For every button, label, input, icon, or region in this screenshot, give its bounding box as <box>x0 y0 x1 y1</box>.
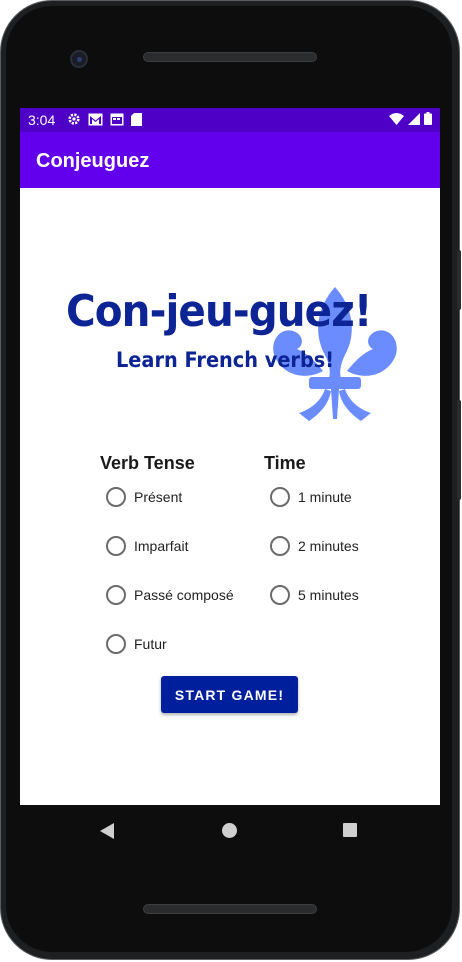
home-icon[interactable] <box>222 823 237 838</box>
gmail-icon <box>88 113 103 131</box>
radio-label: 5 minutes <box>298 587 359 603</box>
radio-button[interactable] <box>106 487 126 507</box>
sd-card-icon <box>131 112 142 131</box>
radio-tense-imparfait[interactable]: Imparfait <box>106 536 188 556</box>
app-bar: Conjeuguez <box>20 132 440 188</box>
radio-time-2-minutes[interactable]: 2 minutes <box>270 536 359 556</box>
logo-subtitle: Learn French verbs! <box>116 348 335 372</box>
phone-device: 3:04 Conjeuguez Con-jeu-guez! Learn Fren… <box>0 0 462 962</box>
bottom-speaker <box>143 904 317 914</box>
radio-button[interactable] <box>106 634 126 654</box>
gear-icon <box>67 112 81 131</box>
navigation-bar <box>20 805 440 855</box>
calendar-icon <box>110 113 124 131</box>
radio-tense-present[interactable]: Présent <box>106 487 182 507</box>
earpiece-speaker <box>143 52 317 62</box>
radio-label: 1 minute <box>298 489 352 505</box>
signal-icon <box>408 112 420 130</box>
volume-button <box>457 400 461 500</box>
radio-label: Imparfait <box>134 538 189 554</box>
radio-button[interactable] <box>270 585 290 605</box>
app-title: Conjeuguez <box>36 150 150 172</box>
verb-tense-heading: Verb Tense <box>100 453 195 473</box>
start-game-button[interactable]: START GAME! <box>161 676 298 713</box>
front-camera <box>70 50 88 68</box>
radio-button[interactable] <box>270 487 290 507</box>
wifi-icon <box>389 112 404 130</box>
notification-icons <box>67 112 142 131</box>
radio-tense-futur[interactable]: Futur <box>106 634 167 654</box>
radio-button[interactable] <box>106 536 126 556</box>
radio-label: Présent <box>134 489 183 505</box>
radio-label: 2 minutes <box>298 538 359 554</box>
battery-icon <box>424 112 432 130</box>
status-time: 3:04 <box>28 112 56 128</box>
radio-time-1-minute[interactable]: 1 minute <box>270 487 352 507</box>
radio-tense-passe-compose[interactable]: Passé composé <box>106 585 234 605</box>
power-button <box>457 250 461 310</box>
radio-label: Futur <box>134 636 167 652</box>
app-logo: Con-jeu-guez! Learn French verbs! <box>60 273 400 423</box>
radio-button[interactable] <box>270 536 290 556</box>
status-bar: 3:04 <box>20 108 440 132</box>
radio-button[interactable] <box>106 585 126 605</box>
back-icon[interactable] <box>100 823 114 839</box>
time-heading: Time <box>264 453 306 473</box>
logo-title: Con-jeu-guez! <box>66 286 372 337</box>
radio-time-5-minutes[interactable]: 5 minutes <box>270 585 359 605</box>
system-icons <box>389 112 432 130</box>
screen: 3:04 Conjeuguez Con-jeu-guez! Learn Fren… <box>20 108 440 805</box>
recents-icon[interactable] <box>343 823 357 837</box>
radio-label: Passé composé <box>134 587 234 603</box>
